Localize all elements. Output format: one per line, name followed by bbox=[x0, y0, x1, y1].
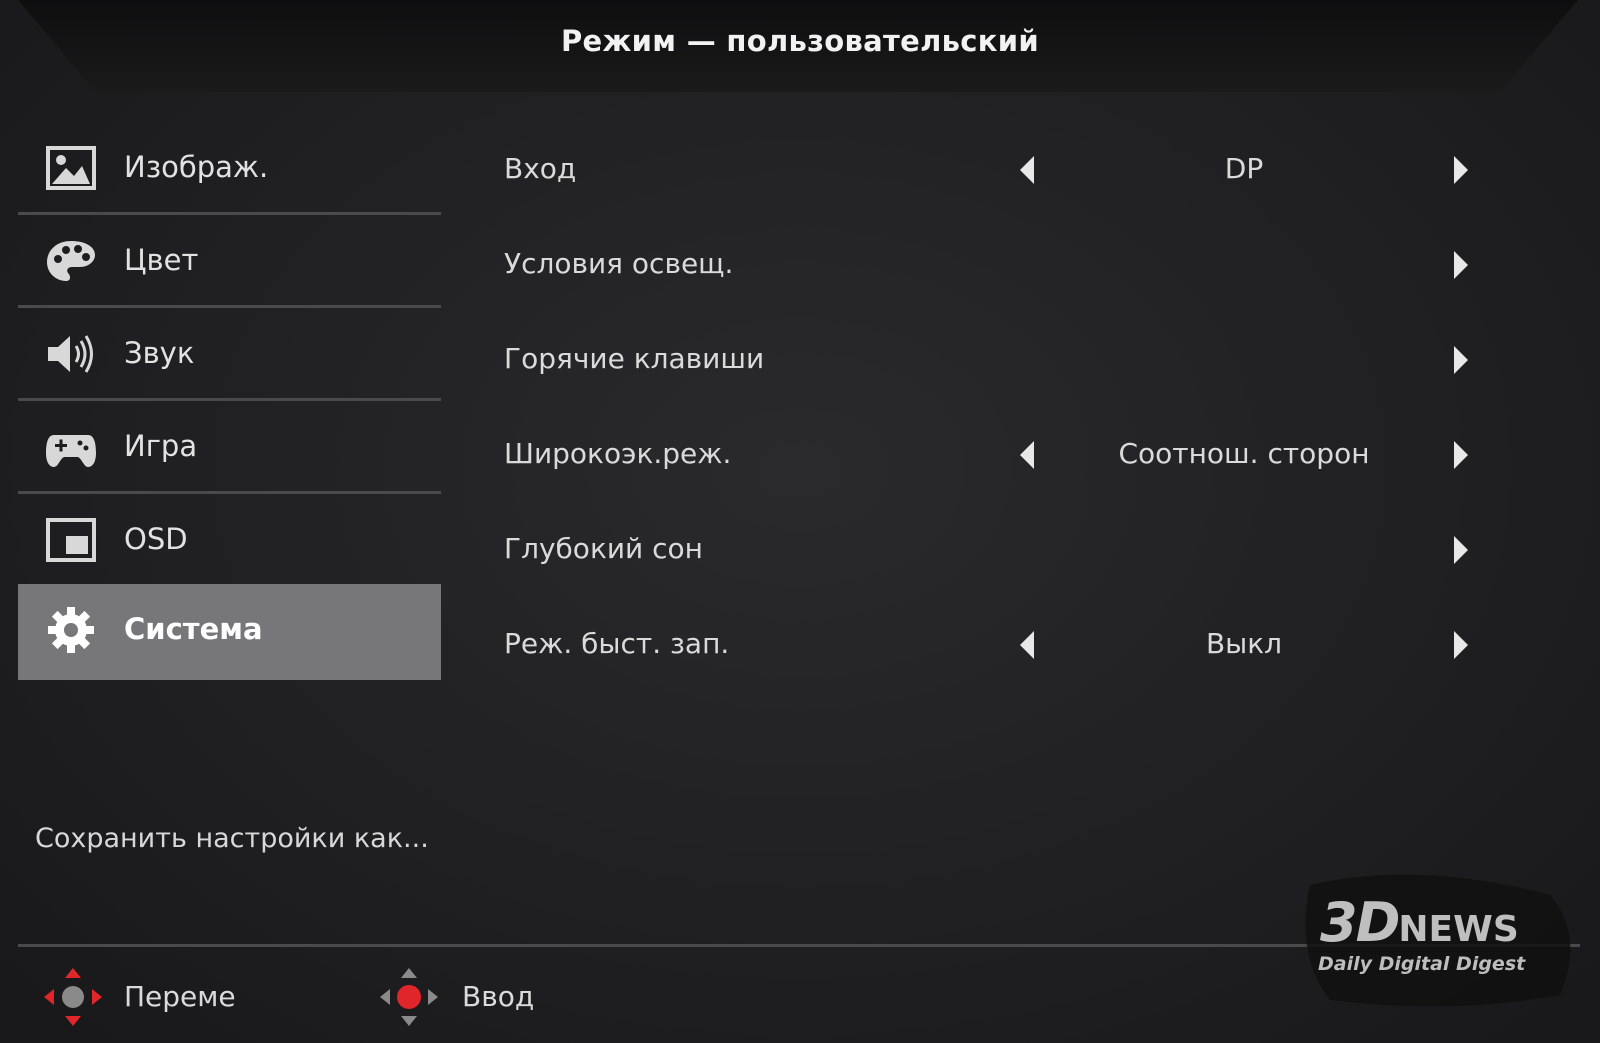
right-arrow-icon[interactable] bbox=[1454, 346, 1468, 374]
setting-row-quick-start[interactable]: Реж. быст. зап. Выкл bbox=[504, 619, 1504, 679]
watermark-tagline: Daily Digital Digest bbox=[1318, 953, 1526, 975]
left-arrow-icon[interactable] bbox=[1020, 631, 1034, 659]
page-title: Режим — пользовательский bbox=[561, 24, 1039, 58]
speaker-icon bbox=[48, 335, 93, 373]
setting-value: DP bbox=[1224, 152, 1264, 185]
setting-label: Глубокий сон bbox=[504, 532, 703, 565]
sidebar-item-label: Система bbox=[124, 612, 263, 646]
sidebar-item-label: OSD bbox=[124, 522, 188, 556]
sidebar-item-label: Игра bbox=[124, 429, 198, 463]
sidebar-item-sound[interactable]: Звук bbox=[18, 308, 441, 401]
hint-move-label: Переме bbox=[124, 980, 236, 1013]
sidebar-item-osd[interactable]: OSD bbox=[18, 494, 441, 587]
setting-label: Горячие клавиши bbox=[504, 342, 765, 375]
hint-enter: Ввод bbox=[378, 962, 618, 1032]
setting-label: Широкоэк.реж. bbox=[504, 437, 732, 470]
setting-row-hotkeys[interactable]: Горячие клавиши bbox=[504, 334, 1504, 394]
osd-screen: Режим — пользовательский Изображ. Цвет З… bbox=[0, 0, 1600, 1043]
sidebar-item-image[interactable]: Изображ. bbox=[18, 122, 441, 215]
setting-row-input[interactable]: Вход DP bbox=[504, 144, 1504, 204]
setting-label: Вход bbox=[504, 152, 577, 185]
watermark-logo-text: 3DNEWS bbox=[1320, 891, 1519, 954]
gamepad-icon bbox=[46, 435, 96, 467]
sidebar-item-label: Цвет bbox=[124, 243, 199, 277]
hint-move: Переме bbox=[42, 962, 302, 1032]
sidebar-item-system[interactable]: Система bbox=[18, 584, 441, 680]
right-arrow-icon[interactable] bbox=[1454, 251, 1468, 279]
setting-row-deep-sleep[interactable]: Глубокий сон bbox=[504, 524, 1504, 584]
right-arrow-icon[interactable] bbox=[1454, 631, 1468, 659]
sidebar-item-game[interactable]: Игра bbox=[18, 401, 441, 494]
joystick-move-icon bbox=[44, 968, 102, 1026]
osd-icon bbox=[46, 518, 96, 562]
setting-row-widescreen[interactable]: Широкоэк.реж. Соотнош. сторон bbox=[504, 429, 1504, 489]
image-icon bbox=[46, 146, 96, 190]
left-arrow-icon[interactable] bbox=[1020, 156, 1034, 184]
setting-label: Условия освещ. bbox=[504, 247, 734, 280]
sidebar-item-label: Звук bbox=[124, 336, 195, 370]
right-arrow-icon[interactable] bbox=[1454, 156, 1468, 184]
right-arrow-icon[interactable] bbox=[1454, 536, 1468, 564]
left-arrow-icon[interactable] bbox=[1020, 441, 1034, 469]
sidebar-item-label: Изображ. bbox=[124, 150, 269, 184]
sidebar-menu: Изображ. Цвет Звук Игра OSD Система bbox=[18, 122, 441, 680]
watermark-logo: 3DNEWS Daily Digital Digest bbox=[1300, 865, 1580, 1015]
gear-icon bbox=[48, 607, 94, 653]
right-arrow-icon[interactable] bbox=[1454, 441, 1468, 469]
hint-enter-label: Ввод bbox=[462, 980, 535, 1013]
palette-icon bbox=[47, 241, 95, 281]
joystick-enter-icon bbox=[380, 968, 438, 1026]
setting-row-lighting[interactable]: Условия освещ. bbox=[504, 239, 1504, 299]
setting-value: Выкл bbox=[1205, 627, 1283, 660]
save-settings-as-link[interactable]: Сохранить настройки как... bbox=[35, 823, 429, 854]
sidebar-item-color[interactable]: Цвет bbox=[18, 215, 441, 308]
setting-label: Реж. быст. зап. bbox=[504, 627, 730, 660]
watermark-3d: 3D bbox=[1320, 891, 1400, 954]
watermark-news: NEWS bbox=[1398, 909, 1519, 950]
setting-value: Соотнош. сторон bbox=[1118, 437, 1370, 470]
